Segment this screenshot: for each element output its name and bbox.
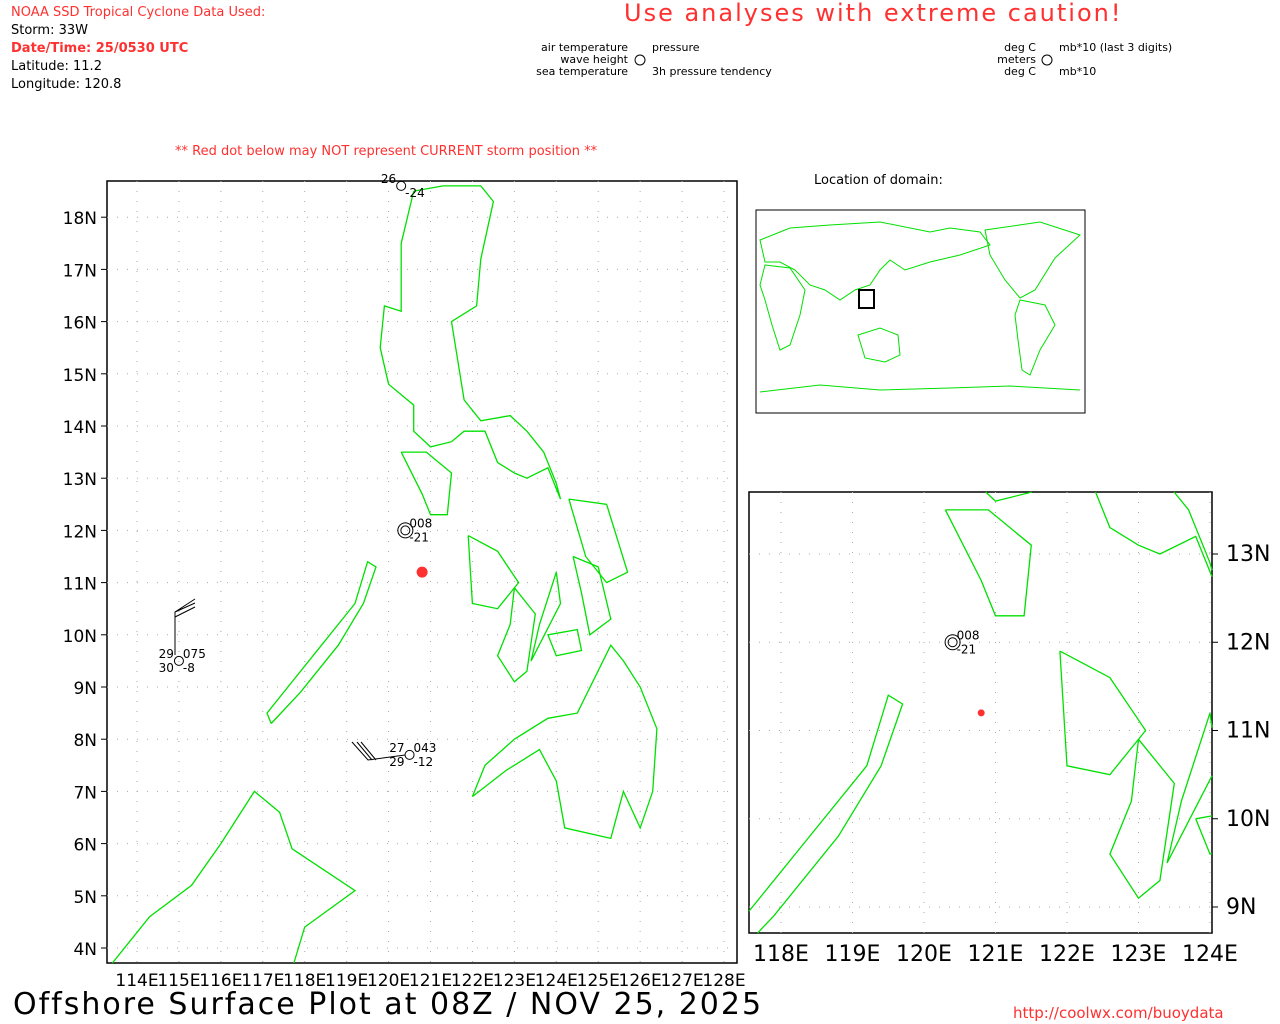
legend-unit-station-icon — [1041, 54, 1053, 66]
lat-label: 4N — [73, 940, 97, 960]
station-plot: 27 04329 -12 — [389, 741, 436, 769]
plot-title: Offshore Surface Plot at 08Z / NOV 25, 2… — [13, 987, 764, 1022]
station-tendency: -8 — [183, 661, 195, 675]
lat-label: 6N — [73, 836, 97, 856]
lon-label: 120E — [896, 942, 952, 967]
zoom-map: 008-21 13N 12N 11N 10N 9N 118E 119E 120E 121E 122E… — [748, 491, 1270, 967]
legend-station-icon — [634, 54, 646, 66]
lat-label: 11N — [63, 575, 97, 595]
lat-label: 18N — [63, 209, 97, 229]
lon-label: 121E — [968, 942, 1024, 967]
lon-label: 124E — [1182, 942, 1238, 967]
lon-label: 123E — [1111, 942, 1167, 967]
station-pressure: 008 — [957, 628, 980, 642]
lon-label: 119E — [825, 942, 881, 967]
lat-label: 16N — [63, 314, 97, 334]
map-canvas: 26-24008-2129 07530 -827 04329 -1218N17N16N1… — [63, 54, 1270, 991]
lat-label: 14N — [63, 418, 97, 438]
lat-label: 8N — [73, 731, 97, 751]
lat-label: 5N — [73, 888, 97, 908]
station-tendency: -24 — [405, 186, 425, 200]
lat-label: 10N — [1226, 807, 1270, 832]
lat-label: 7N — [73, 783, 97, 803]
station-air-temp: 29 — [159, 647, 174, 661]
lat-label: 10N — [63, 627, 97, 647]
domain-locator-map — [755, 209, 1086, 414]
station-tendency: -21 — [409, 530, 429, 544]
lon-label: 118E — [753, 942, 809, 967]
source-url-link[interactable]: http://coolwx.com/buoydata — [1013, 1004, 1224, 1022]
station-tendency: -21 — [957, 642, 977, 656]
lat-label: 9N — [73, 679, 97, 699]
storm-position-dot — [977, 709, 985, 717]
lat-label: 17N — [63, 261, 97, 281]
lat-label: 13N — [1226, 542, 1270, 567]
lat-label: 12N — [63, 522, 97, 542]
lon-label: 122E — [1039, 942, 1095, 967]
lat-label: 15N — [63, 366, 97, 386]
station-air-temp: 27 — [389, 741, 404, 755]
station-sea-temp: 30 — [159, 661, 174, 675]
lat-label: 9N — [1226, 895, 1256, 920]
main-map: 26-24008-2129 07530 -827 04329 -1218N17N16N1… — [63, 172, 746, 991]
lat-label: 12N — [1226, 630, 1270, 655]
station-pressure: 075 — [183, 647, 206, 661]
station-pressure: 043 — [414, 741, 437, 755]
lat-label: 13N — [63, 470, 97, 490]
station-air-temp: 26 — [381, 172, 396, 186]
lat-label: 11N — [1226, 719, 1270, 744]
storm-position-dot — [416, 566, 428, 578]
station-tendency: -12 — [414, 755, 434, 769]
station-pressure: 008 — [409, 516, 432, 530]
